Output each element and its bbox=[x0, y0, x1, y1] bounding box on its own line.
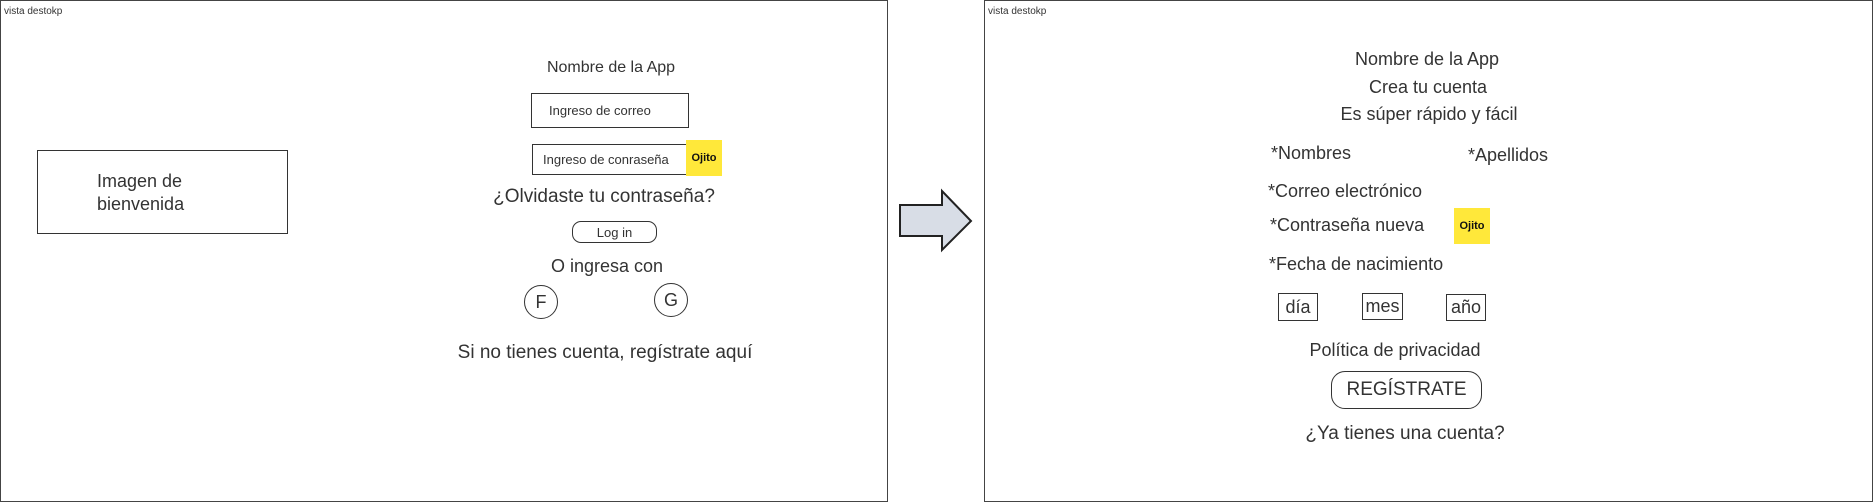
day-select-label: día bbox=[1285, 296, 1311, 317]
email-input[interactable]: Ingreso de correo bbox=[531, 93, 689, 128]
app-name: Nombre de la App bbox=[546, 59, 676, 76]
register-button[interactable]: REGÍSTRATE bbox=[1331, 371, 1482, 409]
email-input-label: Ingreso de correo bbox=[549, 103, 651, 118]
welcome-image-label-1: Imagen de bbox=[97, 171, 183, 191]
new-password-field[interactable]: *Contraseña nueva bbox=[1270, 215, 1424, 236]
month-select-label: mes bbox=[1365, 296, 1400, 316]
tagline: Es súper rápido y fácil bbox=[1340, 104, 1518, 124]
have-account-link[interactable]: ¿Ya tienes una cuenta? bbox=[1305, 423, 1504, 445]
email-field[interactable]: *Correo electrónico bbox=[1268, 181, 1422, 202]
register-button-label: REGÍSTRATE bbox=[1346, 379, 1467, 400]
show-password-eye-icon[interactable]: Ojito bbox=[1454, 208, 1490, 244]
arrow-shape bbox=[899, 188, 973, 253]
create-account-title: Crea tu cuenta bbox=[1368, 77, 1488, 97]
app-name: Nombre de la App bbox=[1354, 49, 1500, 69]
register-link[interactable]: Si no tienes cuenta, regístrate aquí bbox=[458, 342, 753, 364]
year-select-label: año bbox=[1450, 297, 1482, 317]
facebook-login-button[interactable]: F bbox=[524, 285, 558, 319]
password-input[interactable]: Ingreso de conraseña bbox=[532, 144, 688, 175]
show-password-eye-icon[interactable]: Ojito bbox=[686, 140, 722, 176]
register-wireframe-frame: vista destokp Nombre de la App Crea tu c… bbox=[984, 0, 1873, 502]
or-login-with-label: O ingresa con bbox=[550, 256, 664, 276]
password-input-label: Ingreso de conraseña bbox=[543, 152, 669, 167]
day-select[interactable]: día bbox=[1278, 293, 1318, 321]
frame-tag: vista destokp bbox=[988, 6, 1047, 17]
frame-tag: vista destokp bbox=[4, 6, 63, 17]
facebook-icon: F bbox=[535, 291, 547, 312]
login-button[interactable]: Log in bbox=[572, 221, 657, 243]
welcome-image-placeholder: Imagen de bienvenida bbox=[37, 150, 288, 234]
year-select[interactable]: año bbox=[1446, 294, 1486, 321]
google-login-button[interactable]: G bbox=[654, 283, 688, 317]
forgot-password-link[interactable]: ¿Olvidaste tu contraseña? bbox=[493, 186, 715, 208]
first-names-field[interactable]: *Nombres bbox=[1271, 143, 1351, 164]
privacy-policy-link[interactable]: Política de privacidad bbox=[1309, 340, 1480, 361]
right-arrow-icon bbox=[899, 188, 973, 253]
month-select[interactable]: mes bbox=[1362, 293, 1403, 320]
birth-date-label: *Fecha de nacimiento bbox=[1269, 254, 1444, 274]
welcome-image-label-2: bienvenida bbox=[97, 194, 185, 214]
last-names-field[interactable]: *Apellidos bbox=[1468, 145, 1548, 166]
login-wireframe-frame: vista destokp Imagen de bienvenida Nombr… bbox=[0, 0, 888, 502]
google-icon: G bbox=[663, 289, 678, 310]
login-button-label: Log in bbox=[596, 224, 633, 240]
